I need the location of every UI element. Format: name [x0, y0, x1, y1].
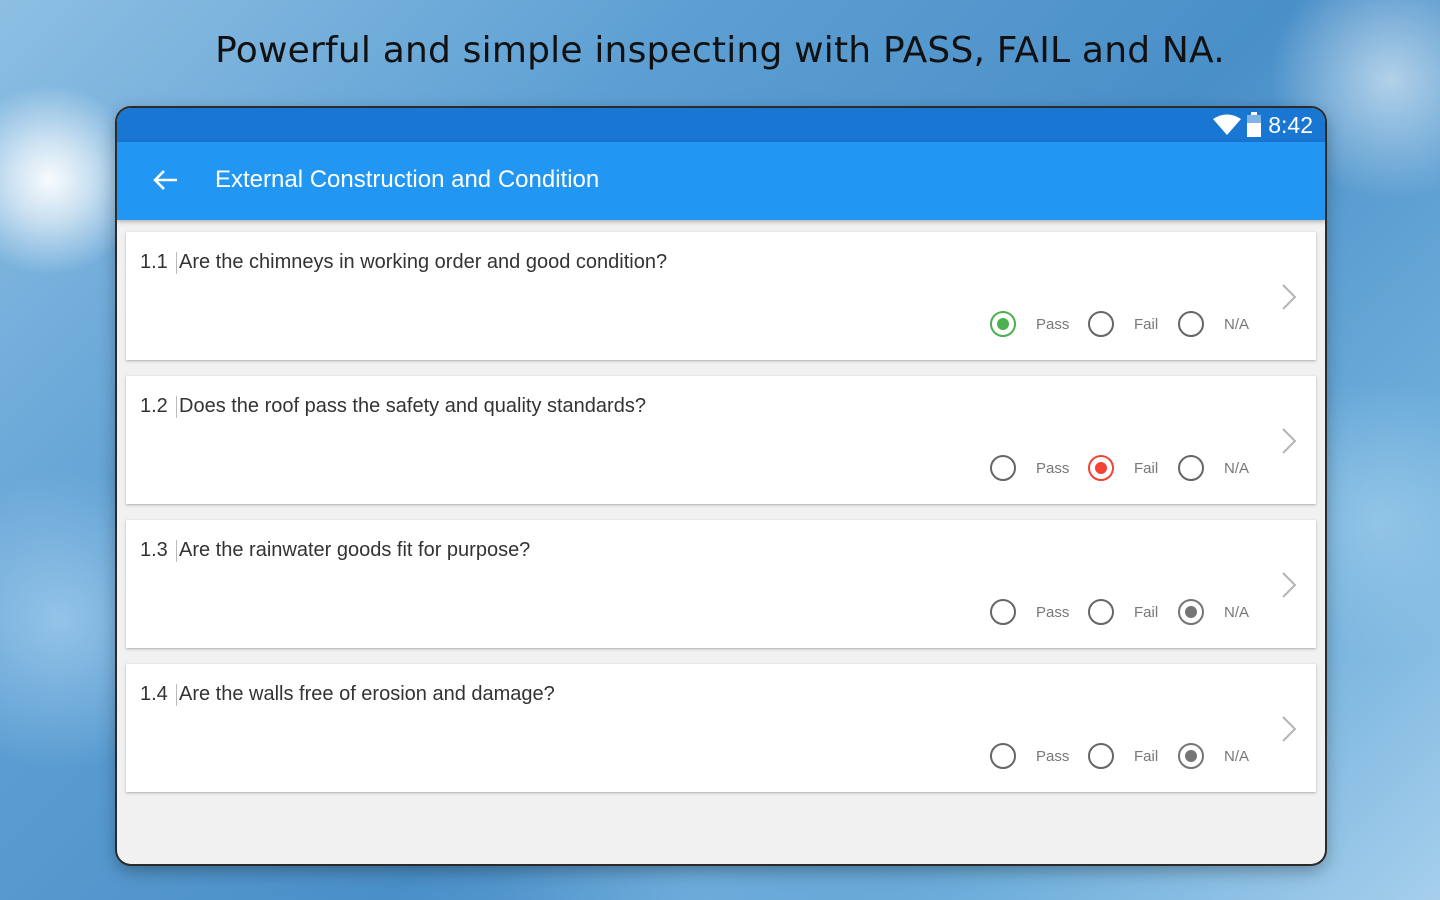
radio-button-icon	[1178, 599, 1204, 625]
divider	[176, 540, 177, 562]
fail-label: Fail	[1134, 316, 1159, 333]
question-list: 1.1 Are the chimneys in working order an…	[126, 232, 1316, 808]
fail-label: Fail	[1134, 460, 1159, 477]
radio-button-icon	[1088, 599, 1114, 625]
chevron-right-icon[interactable]	[1281, 427, 1297, 455]
status-time: 8:42	[1268, 111, 1313, 138]
pass-label: Pass	[1036, 316, 1070, 333]
radio-button-icon	[1178, 455, 1204, 481]
na-label: N/A	[1224, 460, 1250, 477]
fail-label: Fail	[1134, 604, 1159, 621]
status-icons: 8:42	[1212, 112, 1313, 138]
question-card[interactable]: 1.2 Does the roof pass the safety and qu…	[126, 376, 1316, 504]
question-card[interactable]: 1.4 Are the walls free of erosion and da…	[126, 664, 1316, 792]
pass-label: Pass	[1036, 604, 1070, 621]
radio-button-icon	[990, 599, 1016, 625]
promo-headline: Powerful and simple inspecting with PASS…	[215, 30, 1225, 71]
radio-button-icon	[1088, 455, 1114, 481]
question-card[interactable]: 1.1 Are the chimneys in working order an…	[126, 232, 1316, 360]
battery-icon	[1246, 112, 1262, 138]
status-bar: 8:42	[117, 108, 1325, 142]
question-text: Are the rainwater goods fit for purpose?	[179, 539, 531, 561]
question-number: 1.1	[140, 251, 168, 273]
question-text: Does the roof pass the safety and qualit…	[179, 395, 646, 417]
radio-button-icon	[990, 311, 1016, 337]
divider	[176, 684, 177, 706]
fail-label: Fail	[1134, 748, 1159, 765]
divider	[176, 252, 177, 274]
wifi-icon	[1212, 114, 1242, 136]
pass-label: Pass	[1036, 748, 1070, 765]
arrow-left-icon	[153, 170, 177, 190]
back-button[interactable]	[143, 162, 183, 202]
radio-button-icon	[1178, 311, 1204, 337]
chevron-right-icon[interactable]	[1281, 715, 1297, 743]
na-label: N/A	[1224, 748, 1250, 765]
chevron-right-icon[interactable]	[1281, 283, 1297, 311]
question-text: Are the chimneys in working order and go…	[179, 251, 668, 273]
chevron-right-icon[interactable]	[1281, 571, 1297, 599]
radio-button-icon	[1178, 743, 1204, 769]
question-number: 1.2	[140, 395, 168, 417]
page-title: External Construction and Condition	[215, 166, 600, 193]
radio-button-icon	[990, 743, 1016, 769]
tablet-screen: 8:42 External Construction and Condition…	[117, 108, 1325, 864]
question-number: 1.4	[140, 683, 168, 705]
na-label: N/A	[1224, 316, 1250, 333]
pass-label: Pass	[1036, 460, 1070, 477]
na-label: N/A	[1224, 604, 1250, 621]
radio-button-icon	[1088, 743, 1114, 769]
radio-button-icon	[990, 455, 1016, 481]
question-text: Are the walls free of erosion and damage…	[179, 683, 555, 705]
app-bar: External Construction and Condition	[117, 142, 1325, 220]
question-number: 1.3	[140, 539, 168, 561]
radio-button-icon	[1088, 311, 1114, 337]
divider	[176, 396, 177, 418]
question-card[interactable]: 1.3 Are the rainwater goods fit for purp…	[126, 520, 1316, 648]
